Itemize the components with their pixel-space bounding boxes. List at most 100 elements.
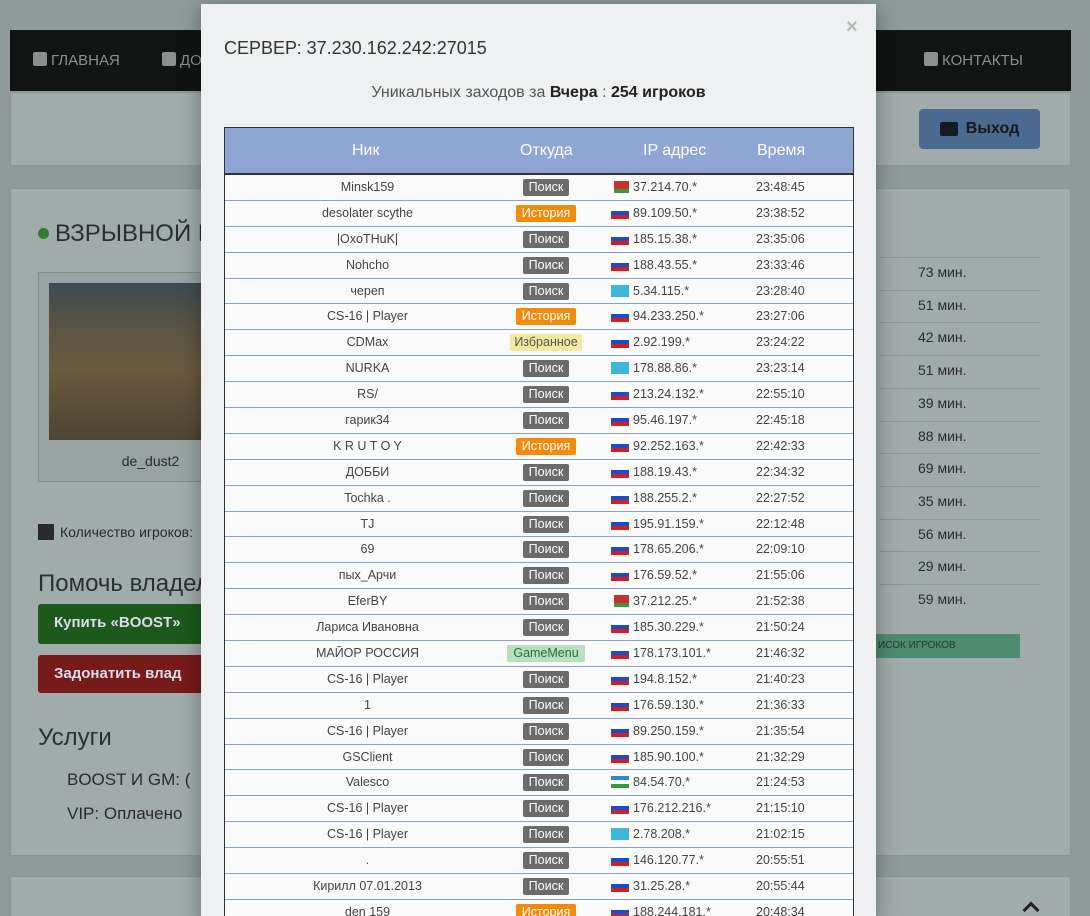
country-flag-icon — [611, 724, 629, 737]
source-badge: Поиск — [522, 515, 570, 533]
country-flag-icon — [611, 905, 629, 916]
country-flag-icon — [611, 569, 629, 582]
visit-time: 21:55:06 — [756, 568, 805, 583]
source-badge: Поиск — [522, 541, 570, 559]
service-vip: VIP: Оплачено — [67, 804, 183, 823]
table-row: CS-16 | Player История 94.233.250.* 23:27:0… — [225, 304, 853, 331]
player-icon — [38, 524, 54, 540]
table-row: NURKA Поиск 178.88.86.* 23:23:14 — [225, 356, 853, 383]
table-row: TJ Поиск 195.91.159.* 22:12:48 — [225, 512, 853, 538]
col-nick: Ник — [352, 142, 380, 159]
nav-contacts[interactable]: КОНТАКТЫ — [924, 52, 1023, 69]
source-badge: Поиск — [522, 489, 570, 507]
table-row: 69 Поиск 178.65.206.* 22:09:10 — [225, 537, 853, 564]
players-count: 254 игроков — [610, 84, 706, 101]
ip-address: 194.8.152.* — [633, 671, 697, 686]
visit-time: 20:48:34 — [756, 904, 805, 916]
ip-address: 185.15.38.* — [633, 231, 697, 246]
visit-time: 23:38:52 — [756, 205, 805, 220]
minutes-row: 35 мин. — [880, 485, 1040, 518]
player-nick: CS-16 | Player — [326, 723, 409, 738]
player-nick: Nohcho — [345, 257, 390, 272]
player-nick: Minsk159 — [340, 180, 395, 194]
table-row: МАЙОР РОССИЯ GameMenu 178.173.101.* 21:46:3… — [225, 641, 853, 667]
table-row: Valesco Поиск 84.54.70.* 21:24:53 — [225, 770, 853, 797]
player-nick: МАЙОР РОССИЯ — [315, 646, 420, 661]
ip-address: 178.65.206.* — [633, 542, 704, 557]
player-nick: Лариса Ивановна — [316, 620, 419, 635]
plus-square-icon — [162, 52, 176, 66]
logout-button[interactable]: Выход — [919, 109, 1040, 149]
player-nick: RS/ — [357, 387, 378, 402]
table-row: |OxoTHuK| Поиск 185.15.38.* 23:35:06 — [225, 227, 853, 253]
online-status-icon — [38, 228, 49, 239]
source-badge: Поиск — [522, 852, 570, 870]
table-row: EferBY Поиск 37.212.25.* 21:52:38 — [225, 589, 853, 616]
table-row: CS-16 | Player Поиск 2.78.208.* 21:02:15 — [225, 822, 853, 849]
ip-address: 94.233.250.* — [633, 309, 704, 324]
visit-time: 23:28:40 — [756, 283, 805, 298]
minutes-row: 51 мин. — [880, 355, 1040, 387]
player-nick: K R U T O Y — [333, 438, 402, 453]
player-nick: CS-16 | Player — [326, 827, 409, 842]
source-badge: Поиск — [522, 748, 570, 766]
service-boost-gm: BOOST И GM: ( — [67, 770, 191, 789]
country-flag-icon — [611, 828, 629, 841]
source-badge: Поиск — [522, 593, 570, 611]
country-flag-icon — [611, 439, 629, 452]
minutes-row: 73 мин. — [880, 257, 1040, 289]
minutes-value: 56 мин. — [918, 525, 967, 542]
country-flag-icon — [611, 181, 629, 193]
table-row: Лариса Ивановна Поиск 185.30.229.* 21:50:24 — [225, 615, 853, 642]
table-row: Tochka . Поиск 188.255.2.* 22:27:52 — [225, 486, 853, 512]
minutes-value: 35 мин. — [918, 492, 967, 509]
ip-address: 2.92.199.* — [633, 335, 690, 350]
col-source: Откуда — [520, 142, 573, 159]
minutes-value: 73 мин. — [918, 264, 967, 280]
visit-time: 21:24:53 — [756, 775, 805, 790]
country-flag-icon — [611, 776, 629, 789]
player-nick: гарик34 — [345, 413, 390, 428]
visit-time: 21:15:10 — [756, 801, 805, 816]
source-badge: История — [515, 308, 577, 326]
player-nick: Кирилл 07.01.2013 — [313, 879, 422, 894]
nav-add[interactable]: ДО — [162, 52, 202, 69]
help-owner-title: Помочь владел — [38, 570, 210, 597]
visit-time: 21:35:54 — [756, 723, 805, 738]
table-row: гарик34 Поиск 95.46.197.* 22:45:18 — [225, 408, 853, 434]
source-badge: Поиск — [522, 800, 570, 818]
services-title: Услуги — [38, 724, 112, 751]
visit-time: 23:48:45 — [756, 180, 805, 194]
visit-time: 23:24:22 — [756, 335, 805, 350]
source-badge: Поиск — [522, 463, 570, 481]
ip-address: 176.212.216.* — [633, 801, 711, 816]
ip-address: 95.46.197.* — [633, 413, 697, 428]
country-flag-icon — [611, 698, 629, 711]
ip-address: 5.34.115.* — [633, 283, 690, 298]
minutes-row: 69 мин. — [880, 453, 1040, 485]
table-row: RS/Поиск 213.24.132.* 22:55:10 — [225, 382, 853, 409]
player-nick: CS-16 | Player — [326, 671, 409, 686]
visit-time: 22:55:10 — [756, 387, 805, 402]
nav-home[interactable]: ГЛАВНАЯ — [33, 52, 120, 69]
visit-time: 22:12:48 — [756, 516, 805, 531]
visit-time: 21:36:33 — [756, 697, 805, 712]
buy-boost-button[interactable]: Купить «BOOST» — [38, 604, 208, 644]
source-badge: Избранное — [510, 334, 582, 352]
minutes-row: 59 мин. — [880, 584, 1040, 616]
player-nick: череп — [350, 283, 385, 298]
server-name: ВЗРЫВНОЙ D — [38, 220, 215, 248]
players-list-button[interactable]: ИСОК ИГРОКОВ — [874, 634, 1020, 658]
donate-button[interactable]: Задонатить влад — [38, 655, 208, 693]
country-flag-icon — [611, 880, 629, 893]
source-badge: Поиск — [522, 412, 570, 430]
visit-time: 21:52:38 — [756, 594, 805, 609]
minutes-row: 29 мин. — [880, 551, 1040, 583]
source-badge: История — [515, 437, 577, 455]
ip-address: 89.109.50.* — [633, 205, 697, 220]
minutes-value: 59 мин. — [918, 591, 967, 607]
close-icon[interactable]: × — [846, 16, 858, 39]
visit-time: 23:27:06 — [756, 309, 805, 324]
source-badge: Поиск — [522, 360, 570, 378]
minutes-value: 39 мин. — [918, 394, 967, 411]
